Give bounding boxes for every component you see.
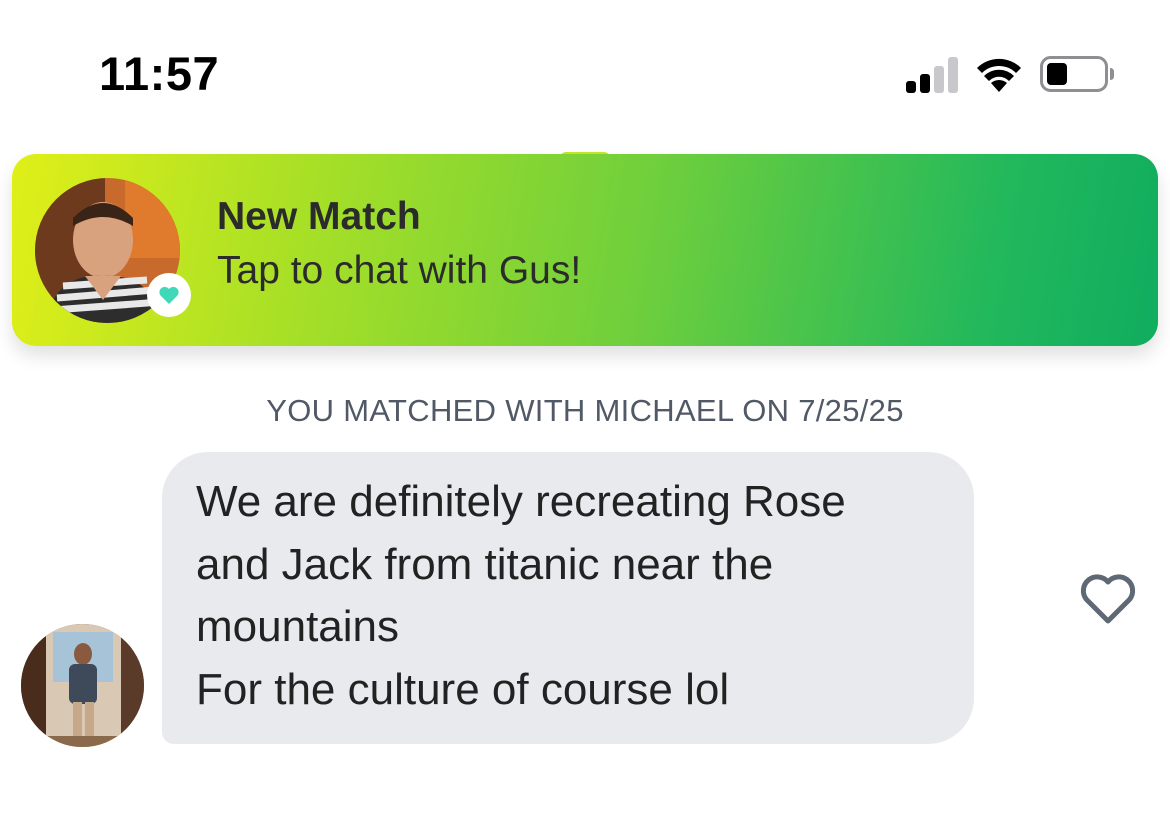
wifi-icon [977, 58, 1021, 92]
chat-screen: 11:57 New Match Tap to chat with Gus! YO… [0, 0, 1170, 832]
heart-outline-icon[interactable] [1078, 570, 1138, 626]
match-date-label: YOU MATCHED WITH MICHAEL ON 7/25/25 [266, 393, 904, 428]
match-heart-badge [147, 273, 191, 317]
message-text: We are definitely recreating Rose and Ja… [196, 477, 846, 714]
notification-title: New Match [217, 195, 421, 238]
heart-icon [159, 286, 179, 304]
sender-avatar[interactable] [21, 624, 144, 747]
cellular-signal-icon [906, 57, 958, 93]
new-match-notification[interactable] [12, 154, 1158, 346]
notification-subtitle: Tap to chat with Gus! [217, 249, 582, 292]
status-time: 11:57 [99, 47, 220, 100]
battery-icon [1040, 56, 1114, 92]
